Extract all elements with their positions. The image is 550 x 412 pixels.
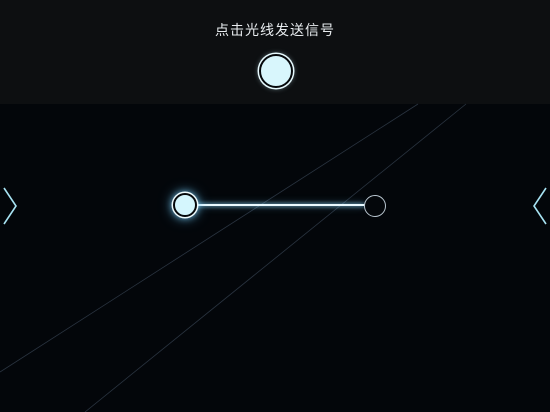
- lit-node[interactable]: [173, 193, 197, 217]
- guide-line-left: [0, 103, 419, 373]
- chevron-right-icon[interactable]: [531, 186, 549, 226]
- chevron-left-icon[interactable]: [1, 186, 19, 226]
- guide-line-right: [84, 103, 467, 412]
- perspective-guide-lines: [0, 103, 467, 412]
- light-beam[interactable]: [186, 204, 365, 206]
- empty-node[interactable]: [364, 195, 386, 217]
- game-stage: 点击光线发送信号: [0, 0, 550, 412]
